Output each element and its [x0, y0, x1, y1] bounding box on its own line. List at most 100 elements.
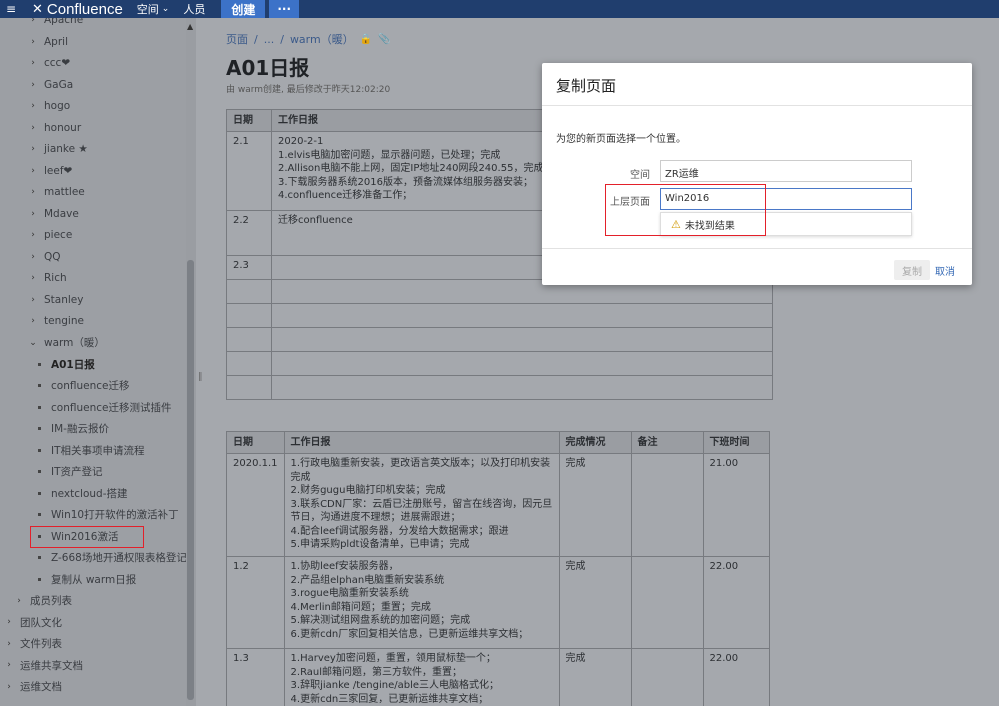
- chevron-right-icon[interactable]: ›: [28, 273, 38, 283]
- table-row-empty: [226, 327, 773, 352]
- chevron-right-icon[interactable]: ›: [4, 617, 14, 627]
- breadcrumb-ellipsis[interactable]: ...: [264, 33, 275, 46]
- chevron-right-icon[interactable]: ›: [28, 37, 38, 47]
- dialog-description: 为您的新页面选择一个位置。: [556, 134, 686, 145]
- sidebar-item[interactable]: › April: [28, 32, 68, 52]
- sidebar-item[interactable]: › 文件列表: [4, 634, 62, 654]
- space-field[interactable]: ZR运维: [660, 160, 912, 182]
- sidebar-item-label: Stanley: [44, 293, 84, 306]
- table-row: 1.2 1.协助leef安装服务器， 2.产品组elphan电脑重新安装系统 3…: [226, 556, 771, 649]
- sidebar-item[interactable]: A01日报: [38, 354, 95, 374]
- chevron-right-icon[interactable]: ›: [28, 230, 38, 240]
- sidebar-item[interactable]: confluence迁移: [38, 376, 129, 396]
- sidebar-item[interactable]: › GaGa: [28, 75, 73, 95]
- sidebar-item[interactable]: › ccc❤: [28, 53, 70, 73]
- sidebar-item-label: honour: [44, 121, 82, 134]
- sidebar-item[interactable]: › hogo: [28, 96, 70, 116]
- chevron-right-icon[interactable]: ›: [28, 252, 38, 262]
- chevron-right-icon[interactable]: ›: [28, 58, 38, 68]
- sidebar-item[interactable]: › 运维共享文档: [4, 655, 83, 675]
- chevron-right-icon[interactable]: ›: [28, 123, 38, 133]
- sidebar-item-label: leef❤: [44, 164, 73, 177]
- column-header: 日期: [226, 431, 285, 454]
- sidebar-item[interactable]: Win10打开软件的激活补丁: [38, 505, 179, 525]
- breadcrumb: 页面 / ... / warm（暖） 🔒 📎: [226, 31, 391, 47]
- sidebar-item-label: Apache: [44, 18, 84, 26]
- chevron-right-icon[interactable]: ›: [28, 80, 38, 90]
- cancel-button[interactable]: 取消: [935, 260, 955, 280]
- copy-button[interactable]: 复制: [894, 260, 930, 280]
- spaces-menu[interactable]: 空间 ⌄: [137, 0, 170, 18]
- chevron-right-icon[interactable]: ›: [14, 596, 24, 606]
- sidebar-item[interactable]: Z-668场地开通权限表格登记: [38, 548, 187, 568]
- sidebar-item-label: GaGa: [44, 78, 74, 91]
- breadcrumb-separator: /: [280, 32, 284, 46]
- sidebar-item[interactable]: › 运维文档: [4, 677, 62, 697]
- sidebar-item[interactable]: › leef❤: [28, 161, 72, 181]
- sidebar-item[interactable]: › QQ: [28, 247, 60, 267]
- menu-icon[interactable]: ≡: [6, 0, 22, 18]
- sidebar-item-label: nextcloud-搭建: [51, 487, 128, 500]
- chevron-right-icon[interactable]: ›: [4, 682, 14, 692]
- sidebar-item[interactable]: › Apache: [28, 18, 83, 30]
- chevron-right-icon[interactable]: ›: [28, 18, 38, 25]
- sidebar-item[interactable]: › Rich: [28, 268, 66, 288]
- sidebar-item[interactable]: › jianke ★: [28, 139, 88, 159]
- chevron-right-icon[interactable]: ›: [28, 316, 38, 326]
- create-button[interactable]: 创建: [221, 0, 266, 18]
- sidebar-item[interactable]: IT相关事项申请流程: [38, 440, 145, 460]
- column-header: 日期: [226, 109, 272, 132]
- table-row: 2020.1.1 1.行政电脑重新安装，更改语言英文版本；以及打印机安装完成 2…: [226, 453, 771, 557]
- sidebar-item[interactable]: confluence迁移测试插件: [38, 397, 171, 417]
- report-line: 1.协助leef安装服务器，: [290, 561, 399, 572]
- status-cell: 完成: [558, 556, 632, 649]
- sidebar-item[interactable]: 复制从 warm日报: [38, 569, 136, 589]
- attachment-icon[interactable]: 📎: [378, 34, 390, 45]
- chevron-right-icon[interactable]: ›: [28, 209, 38, 219]
- report-line: 5.申请采购pldt设备清单，已申请；完成: [290, 539, 470, 550]
- confluence-logo[interactable]: ✕ Confluence: [32, 0, 123, 18]
- off-time-cell: 21.00: [702, 453, 771, 557]
- scroll-up-icon[interactable]: ▲: [187, 22, 195, 31]
- sidebar-item-label: 成员列表: [30, 595, 72, 607]
- table-row: 1.3 1.Harvey加密问题，重置，领用鼠标垫一个； 2.Raul邮箱问题，…: [226, 648, 771, 706]
- off-time-cell: 22.00: [702, 648, 771, 706]
- chevron-right-icon[interactable]: ›: [28, 101, 38, 111]
- people-link[interactable]: 人员: [183, 0, 205, 18]
- sidebar-item-label: piece: [44, 229, 73, 241]
- chevron-right-icon[interactable]: ›: [28, 144, 38, 154]
- report-cell: 1.Harvey加密问题，重置，领用鼠标垫一个； 2.Raul邮箱问题，第三方软…: [283, 648, 560, 706]
- chevron-right-icon[interactable]: ›: [28, 187, 38, 197]
- sidebar-item[interactable]: › 成员列表: [14, 591, 72, 611]
- sidebar-item[interactable]: IM-融云报价: [38, 419, 109, 439]
- sidebar-item[interactable]: IT资产登记: [38, 462, 103, 482]
- sidebar-item[interactable]: › piece: [28, 225, 72, 245]
- sidebar-item[interactable]: › mattlee: [28, 182, 85, 202]
- sidebar-item[interactable]: nextcloud-搭建: [38, 483, 127, 503]
- sidebar-item[interactable]: › tengine: [28, 311, 84, 331]
- sidebar-item[interactable]: › honour: [28, 118, 81, 138]
- note-cell: [630, 648, 704, 706]
- more-create-button[interactable]: ···: [269, 0, 300, 18]
- restriction-icon[interactable]: 🔒: [360, 34, 372, 45]
- sidebar-item[interactable]: ⌄ warm（暖）: [28, 333, 105, 353]
- note-cell: [630, 556, 704, 649]
- sidebar-item[interactable]: › Stanley: [28, 290, 83, 310]
- sidebar-item-label: IM-融云报价: [51, 423, 109, 435]
- column-header: 下班时间: [702, 431, 771, 454]
- dialog-title: 复制页面: [556, 77, 617, 95]
- top-navigation-bar: ≡ ✕ Confluence 空间 ⌄ 人员 创建 ···: [0, 0, 999, 18]
- sidebar-item-label: 运维文档: [20, 681, 62, 693]
- breadcrumb-root[interactable]: 页面: [226, 31, 248, 47]
- breadcrumb-parent[interactable]: warm（暖）: [290, 31, 354, 47]
- chevron-down-icon[interactable]: ⌄: [28, 338, 38, 348]
- chevron-right-icon[interactable]: ›: [4, 639, 14, 649]
- sidebar-item[interactable]: › Mdave: [28, 204, 79, 224]
- sidebar-scroll-thumb[interactable]: [187, 260, 194, 700]
- chevron-right-icon[interactable]: ›: [4, 660, 14, 670]
- sidebar-item[interactable]: › 团队文化: [4, 612, 62, 632]
- chevron-right-icon[interactable]: ›: [28, 166, 38, 176]
- chevron-right-icon[interactable]: ›: [28, 295, 38, 305]
- report-line: 3.rogue电脑重新安装系统: [290, 588, 409, 599]
- sidebar: › Apache › April › ccc❤ › GaGa › hogo › honour › jian…: [0, 18, 196, 706]
